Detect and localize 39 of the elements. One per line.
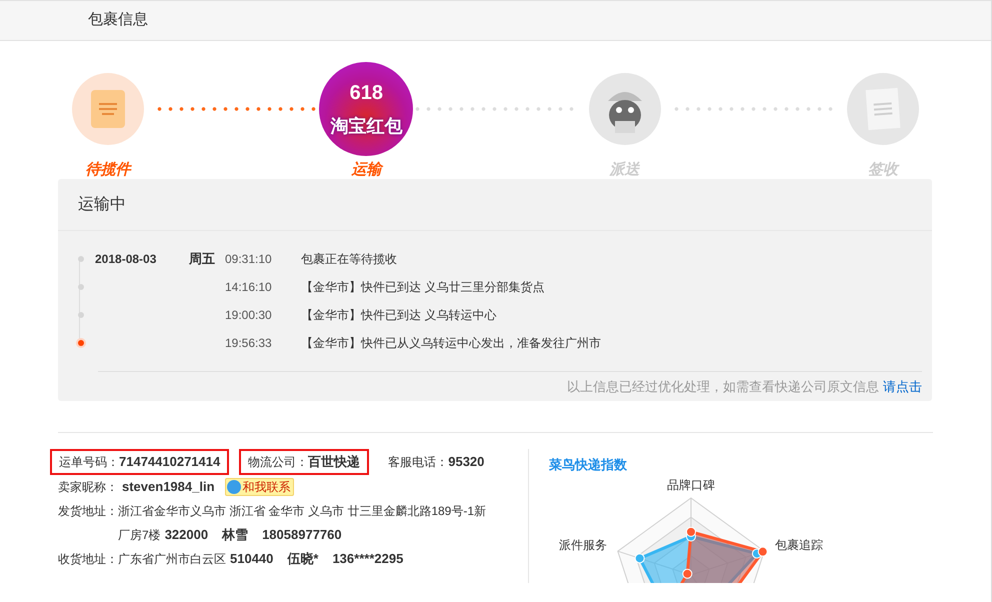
info-note: 以上信息已经过优化处理，如需查看快递公司原文信息 — [567, 378, 879, 396]
event-time: 09:31:10 — [225, 251, 273, 268]
axis-label: 包裹追踪 — [775, 538, 823, 552]
event-time: 19:56:33 — [225, 335, 273, 352]
step-label: 运输 — [351, 160, 382, 180]
receiver-postcode: 510440 — [230, 550, 274, 568]
event-text: 【金华市】快件已到达 义乌转运中心 — [301, 307, 496, 324]
receiver-name: 伍晓* — [287, 550, 318, 568]
info-field: 客服电话：95320 — [379, 449, 494, 475]
page-title: 包裹信息 — [88, 10, 148, 30]
event-text: 【金华市】快件已到达 义乌廿三里分部集货点 — [301, 279, 544, 296]
axis-label: 品牌口碑 — [667, 478, 715, 492]
index-title: 菜鸟快递指数 — [549, 456, 628, 474]
sender-address: 浙江省金华市义乌市 浙江省 金华市 义乌市 廿三里金麟北路189号-1新厂房7楼 322000 林雪 18058977760 — [118, 503, 488, 544]
info-field: 物流公司：百世快递 — [239, 449, 370, 475]
axis-label: 派件服务 — [559, 538, 607, 552]
step-label: 待揽件 — [86, 160, 130, 180]
event-date: 2018-08-03 — [95, 252, 156, 266]
receiver-address: 广东省广州市白云区 — [118, 551, 226, 568]
sender-label: 发货地址： — [58, 503, 118, 520]
seller-name: steven1984_lin — [122, 478, 215, 496]
data-point — [758, 546, 768, 556]
status-title: 运输中 — [78, 194, 126, 214]
data-point — [682, 568, 692, 578]
seller-label: 卖家昵称： — [58, 479, 118, 496]
receiver-phone: 136****2295 — [332, 550, 404, 568]
event-time: 19:00:30 — [225, 307, 273, 324]
badge-number: 618 — [350, 83, 384, 103]
chat-bubble-icon — [226, 480, 241, 494]
data-point — [686, 526, 696, 536]
info-field: 运单号码：71474410271414 — [50, 449, 230, 475]
event-weekday: 周五 — [189, 251, 215, 266]
event-text: 【金华市】快件已从义乌转运中心发出，准备发往广州市 — [301, 335, 601, 352]
receiver-label: 收货地址： — [58, 551, 118, 568]
badge-text: 淘宝红包 — [330, 117, 402, 135]
contact-button[interactable]: 和我联系 — [224, 478, 294, 496]
event-time: 14:16:10 — [225, 279, 273, 296]
event-text: 包裹正在等待揽收 — [301, 251, 397, 268]
view-original-link[interactable]: 请点击 — [883, 376, 922, 396]
